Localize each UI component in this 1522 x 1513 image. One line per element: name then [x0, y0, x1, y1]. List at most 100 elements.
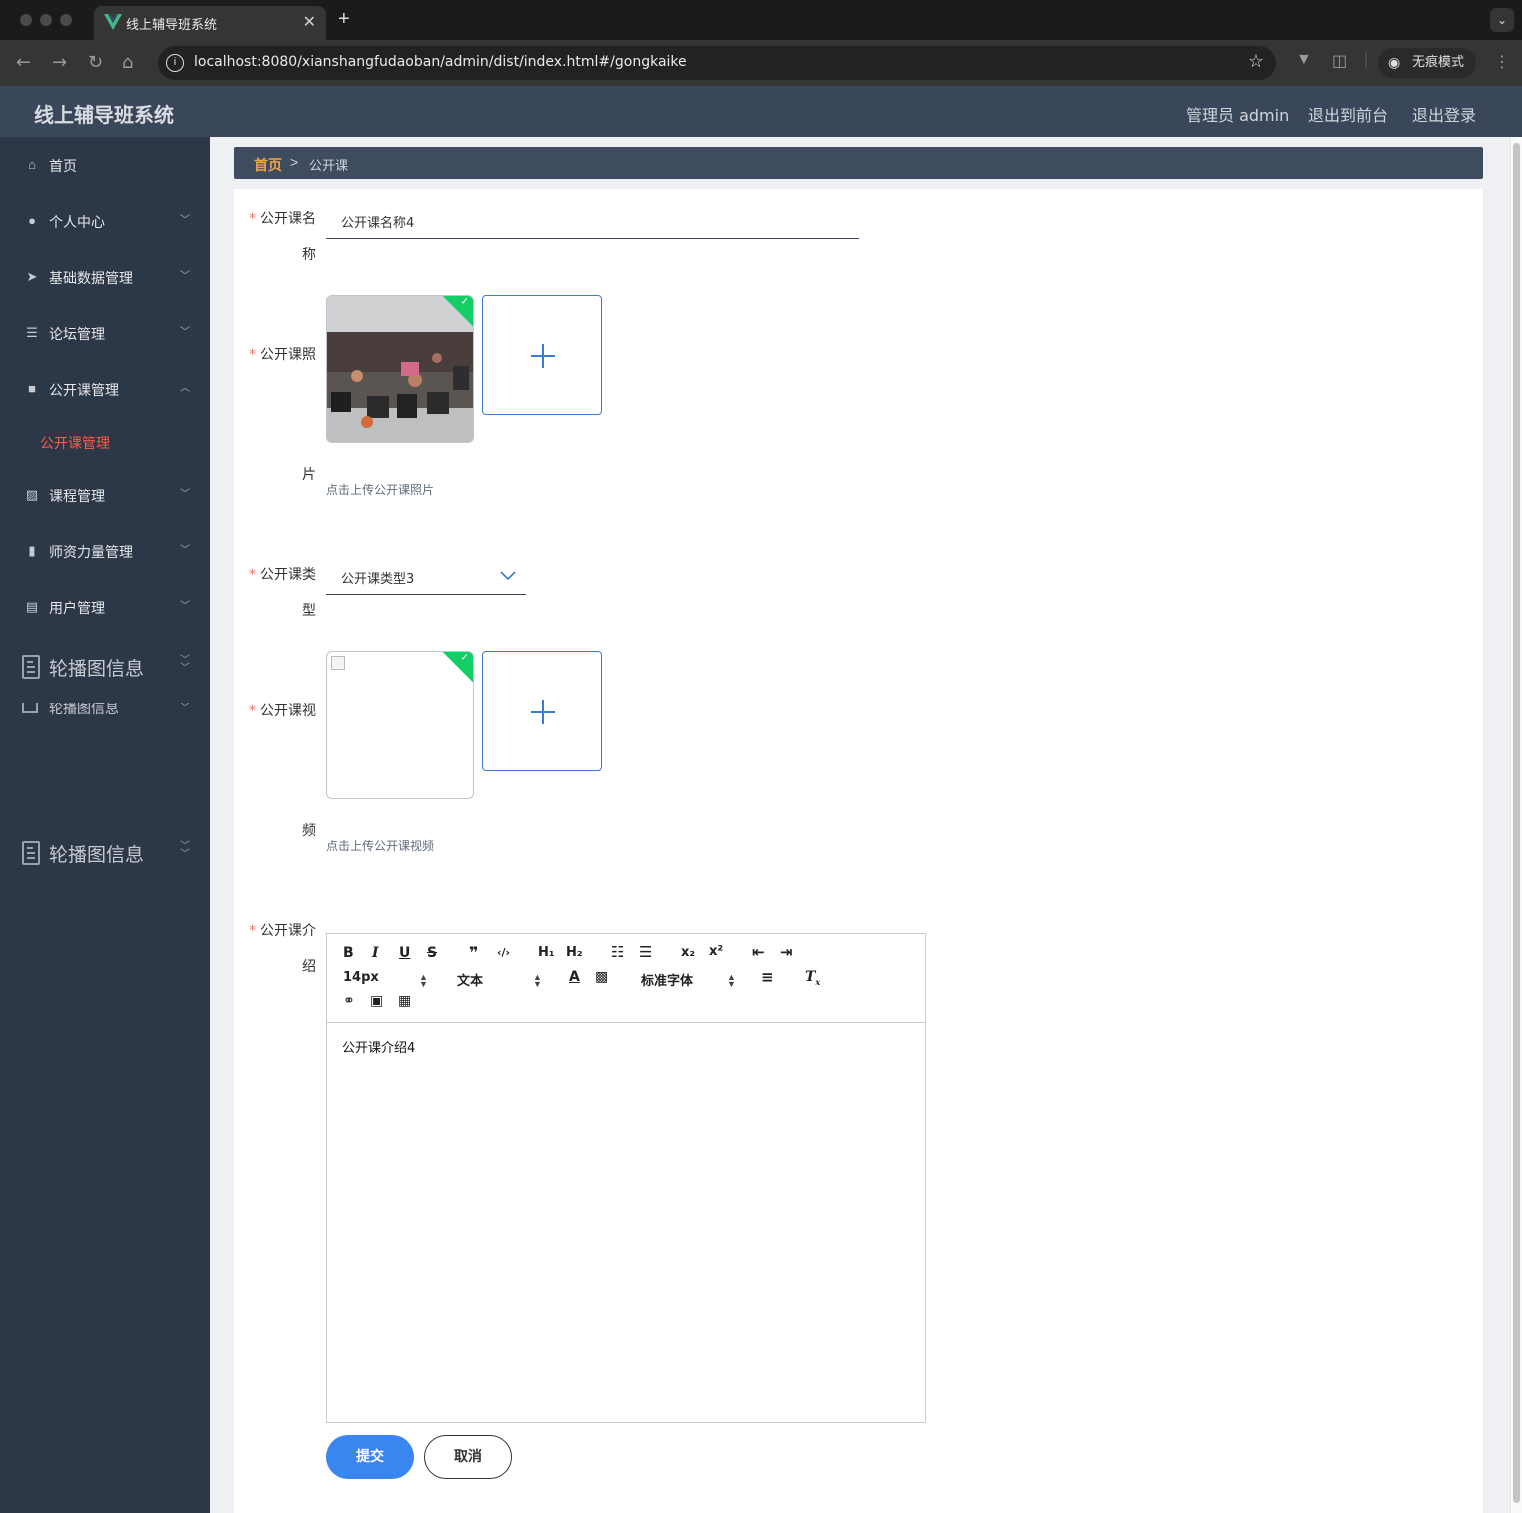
video-embed-icon[interactable]: ▦	[398, 993, 411, 1009]
editor-content[interactable]: 公开课介绍4	[342, 1037, 415, 1056]
book-icon: ▮	[28, 543, 36, 558]
site-info-icon[interactable]: i	[166, 54, 184, 72]
incognito-label: 无痕模式	[1412, 55, 1465, 70]
sidebar-item-carousel[interactable]: 轮播图信息 ﹀ ﹀	[0, 833, 210, 873]
tab-close-icon[interactable]: ✕	[303, 12, 316, 32]
sidebar-item-label: 轮播图信息	[49, 703, 119, 717]
upload-video-button[interactable]	[482, 651, 602, 771]
font-family-select[interactable]: 标准字体	[641, 970, 693, 989]
sidebar-item-basic-data[interactable]: ➤ 基础数据管理 ﹀	[0, 249, 210, 305]
upload-video-tip: 点击上传公开课视频	[326, 839, 435, 853]
course-photo-thumbnail[interactable]: ✓	[326, 295, 474, 443]
sidebar-item-home[interactable]: ⌂ 首页	[0, 137, 210, 193]
upload-photo-button[interactable]	[482, 295, 602, 415]
logout-link[interactable]: 退出登录	[1412, 102, 1476, 126]
browser-menu-icon[interactable]: ⋮	[1494, 52, 1510, 72]
superscript-icon[interactable]: x²	[709, 944, 723, 959]
blockquote-icon[interactable]: ❞	[469, 943, 478, 962]
header-select[interactable]: 文本	[457, 970, 483, 989]
bullet-list-icon[interactable]: ☰	[639, 943, 652, 961]
sidebar-item-teachers[interactable]: ▮ 师资力量管理 ﹀	[0, 523, 210, 579]
submit-button[interactable]: 提交	[326, 1435, 414, 1479]
font-color-icon[interactable]: A	[569, 969, 580, 985]
close-window-button[interactable]	[20, 14, 32, 26]
video-label-text: 公开课视	[260, 703, 316, 719]
subscript-icon[interactable]: x₂	[681, 945, 695, 960]
minimize-window-button[interactable]	[40, 14, 52, 26]
name-label-text-2: 称	[302, 247, 316, 263]
sidebar-item-forum[interactable]: ☰ 论坛管理 ﹀	[0, 305, 210, 361]
course-type-select[interactable]: 公开课类型3	[326, 559, 526, 595]
chevron-down-icon: ﹀	[180, 215, 190, 226]
scrollbar-thumb[interactable]	[1513, 143, 1520, 1503]
incognito-indicator[interactable]: ◉ 无痕模式	[1378, 48, 1476, 78]
select-arrows-icon: ▼	[727, 979, 736, 989]
select-arrows-icon: ▼	[419, 979, 428, 989]
intro-label-text-2: 绍	[302, 959, 316, 975]
chevron-down-icon: ﹀	[180, 703, 190, 714]
course-name-input[interactable]: 公开课名称4	[326, 203, 859, 239]
video-label-text-2: 频	[302, 823, 316, 839]
sidebar-item-label: 基础数据管理	[49, 271, 133, 287]
document-icon	[22, 655, 40, 679]
sidebar-item-carousel-clipped[interactable]: 轮播图信息 ﹀	[0, 703, 210, 719]
link-icon[interactable]: ⚭	[343, 993, 355, 1009]
intro-label: * 公开课介 绍	[246, 913, 316, 985]
required-mark: *	[249, 923, 256, 939]
tab-search-button[interactable]: ⌄	[1490, 8, 1514, 32]
reload-icon[interactable]: ↻	[88, 52, 103, 73]
back-to-front-link[interactable]: 退出到前台	[1308, 102, 1388, 126]
main-content: 首页 > 公开课 * 公开课名 称 公开课名称4 * 公开课照 片 ✓ 点击上传…	[210, 137, 1510, 1513]
send-icon: ➤	[26, 269, 38, 284]
ordered-list-icon[interactable]: ☷	[611, 943, 624, 961]
course-type-value: 公开课类型3	[341, 572, 415, 587]
address-bar[interactable]: i localhost:8080/xianshangfudaoban/admin…	[158, 46, 1276, 80]
italic-icon[interactable]: I	[372, 945, 379, 961]
url-text[interactable]: localhost:8080/xianshangfudaoban/admin/d…	[194, 54, 687, 70]
cancel-button[interactable]: 取消	[424, 1435, 512, 1479]
submenu-item-open-course-active[interactable]: 公开课管理	[40, 433, 110, 453]
tab-bar: 线上辅导班系统 ✕ + ⌄	[0, 0, 1522, 40]
heading-2-icon[interactable]: H₂	[566, 945, 583, 960]
breadcrumb-current: 公开课	[309, 159, 349, 174]
vue-devtools-icon[interactable]: ▼	[1296, 51, 1312, 69]
plus-icon-vertical	[542, 700, 544, 724]
course-video-thumbnail[interactable]: ✓	[326, 651, 474, 799]
heading-1-icon[interactable]: H₁	[538, 945, 555, 960]
zoom-window-button[interactable]	[60, 14, 72, 26]
app-title: 线上辅导班系统	[34, 103, 174, 127]
new-tab-button[interactable]: +	[338, 8, 350, 31]
underline-icon[interactable]: U	[399, 945, 410, 961]
code-block-icon[interactable]: ‹/›	[497, 946, 510, 959]
current-user: 管理员 admin	[1186, 106, 1290, 125]
classroom-photo	[327, 296, 473, 442]
extensions-icon[interactable]: ◫	[1332, 51, 1347, 71]
clear-format-icon[interactable]: Tx	[805, 969, 820, 987]
chevron-down-icon: ﹀	[180, 271, 190, 282]
home-icon: ⌂	[28, 157, 36, 172]
breadcrumb-home-link[interactable]: 首页	[254, 155, 282, 175]
browser-toolbar: ← → ↻ ⌂ i localhost:8080/xianshangfudaob…	[0, 40, 1522, 86]
indent-icon[interactable]: ⇥	[780, 943, 793, 961]
sidebar-item-personal-center[interactable]: ● 个人中心 ﹀	[0, 193, 210, 249]
sidebar-item-open-course[interactable]: ■ 公开课管理 ︿	[0, 361, 210, 417]
sidebar-item-course[interactable]: ▨ 课程管理 ﹀	[0, 467, 210, 523]
outdent-icon[interactable]: ⇤	[752, 943, 765, 961]
font-size-select[interactable]: 14px	[343, 970, 379, 985]
plus-icon-vertical	[542, 344, 544, 368]
bold-icon[interactable]: B	[343, 945, 354, 961]
home-button-icon[interactable]: ⌂	[122, 52, 133, 73]
image-icon[interactable]: ▣	[370, 993, 383, 1009]
align-icon[interactable]: ≡	[761, 968, 774, 986]
bookmark-star-icon[interactable]: ☆	[1248, 51, 1264, 72]
browser-tab[interactable]: 线上辅导班系统 ✕	[94, 6, 326, 40]
background-color-icon[interactable]: ▩	[595, 969, 608, 985]
forward-arrow-icon[interactable]: →	[52, 52, 67, 73]
back-arrow-icon[interactable]: ←	[16, 52, 31, 73]
sidebar-item-carousel[interactable]: 轮播图信息 ﹀ ﹀	[0, 647, 210, 687]
page-scrollbar[interactable]	[1510, 137, 1522, 1513]
toolbar-divider: |	[1364, 51, 1369, 68]
sidebar-item-users[interactable]: ▤ 用户管理 ﹀	[0, 579, 210, 635]
sidebar-item-label: 公开课管理	[49, 383, 119, 399]
strikethrough-icon[interactable]: S	[427, 945, 437, 961]
